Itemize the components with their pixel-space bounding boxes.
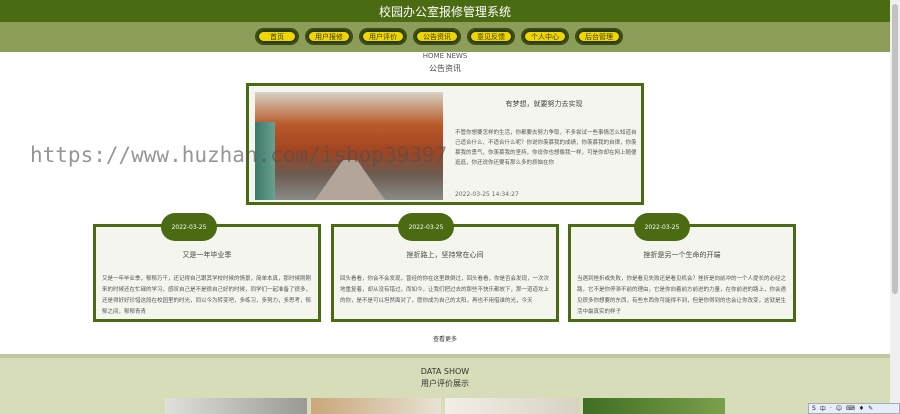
news-card-date-badge: 2022-03-25 bbox=[398, 213, 454, 241]
page-scrollbar[interactable] bbox=[890, 0, 900, 414]
review-image-2[interactable] bbox=[311, 398, 441, 414]
news-card-text: 回头看看，你会不会发现，曾经的你在这里跌倒过，回头看看，你是否会发现，一次次地重… bbox=[340, 276, 550, 304]
ime-lang-label[interactable]: 中 bbox=[820, 404, 826, 413]
news-card-date-badge: 2022-03-25 bbox=[161, 213, 217, 241]
nav-item-home[interactable]: 首页 bbox=[255, 28, 299, 45]
section-divider bbox=[0, 354, 890, 358]
watermark-text: https://www.huzhan.com/ishop39397 bbox=[30, 143, 448, 167]
news-card-text: 又是一年毕业季，郁郁万千，还记得自己跟其学校时候的情景，简单本真，那时候刚刚来的… bbox=[102, 276, 312, 315]
news-section-title-en: HOME NEWS bbox=[422, 52, 468, 60]
news-card-text: 当遇到挫折或失败，你是看见失败还是看见机会？挫折是向前冲的一个人提长的必经之路，… bbox=[577, 276, 787, 315]
ime-punct-icon[interactable]: · bbox=[830, 405, 832, 412]
ime-settings-icon[interactable]: ✎ bbox=[868, 405, 873, 412]
ime-emoji-icon[interactable]: ☺ bbox=[836, 405, 842, 412]
data-section-title-en: DATA SHOW bbox=[420, 367, 470, 376]
view-more-link[interactable]: 查看更多 bbox=[0, 334, 890, 343]
nav-item-feedback[interactable]: 意见反馈 bbox=[467, 28, 515, 45]
news-card-date-badge: 2022-03-25 bbox=[634, 213, 690, 241]
ime-keyboard-icon[interactable]: ⌨ bbox=[846, 405, 855, 412]
nav-item-user-repair[interactable]: 用户报修 bbox=[305, 28, 353, 45]
news-card-title[interactable]: 挫折是另一个生命的开端 bbox=[571, 250, 793, 260]
ime-skin-icon[interactable]: ♦ bbox=[859, 405, 864, 412]
main-nav: 首页 用户报修 用户评价 公告资讯 意见反馈 个人中心 后台管理 bbox=[0, 22, 890, 52]
review-image-3[interactable] bbox=[445, 398, 579, 414]
ime-icon[interactable]: S bbox=[812, 405, 816, 412]
nav-item-admin[interactable]: 后台管理 bbox=[575, 28, 623, 45]
nav-item-user-review[interactable]: 用户评价 bbox=[359, 28, 407, 45]
scrollbar-thumb[interactable] bbox=[892, 4, 898, 294]
review-image-4[interactable] bbox=[583, 398, 725, 414]
main-content: HOME NEWS 公告资讯 有梦想，就要努力去实现 不管你想要怎样的生活，你都… bbox=[0, 52, 890, 354]
featured-news-text: 不管你想要怎样的生活，你都要去努力争取，不多尝试一些事情怎么知道自己适合什么、不… bbox=[455, 130, 637, 166]
nav-item-profile[interactable]: 个人中心 bbox=[521, 28, 569, 45]
news-card-title[interactable]: 挫折路上，坚持常在心间 bbox=[334, 250, 556, 260]
news-card-title[interactable]: 又是一年毕业季 bbox=[96, 250, 318, 260]
nav-item-news[interactable]: 公告资讯 bbox=[413, 28, 461, 45]
title-bar: 校园办公室报修管理系统 bbox=[0, 0, 890, 22]
ime-toolbar[interactable]: S 中 · ☺ ⌨ ♦ ✎ bbox=[808, 403, 900, 414]
app-title: 校园办公室报修管理系统 bbox=[378, 5, 511, 19]
data-section-title-cn: 用户评价展示 bbox=[421, 379, 469, 388]
featured-news-date: 2022-03-25 14:34:27 bbox=[455, 191, 519, 198]
news-section-title-cn: 公告资讯 bbox=[429, 64, 461, 73]
review-image-1[interactable] bbox=[165, 398, 307, 414]
featured-news-title[interactable]: 有梦想，就要努力去实现 bbox=[449, 99, 639, 109]
